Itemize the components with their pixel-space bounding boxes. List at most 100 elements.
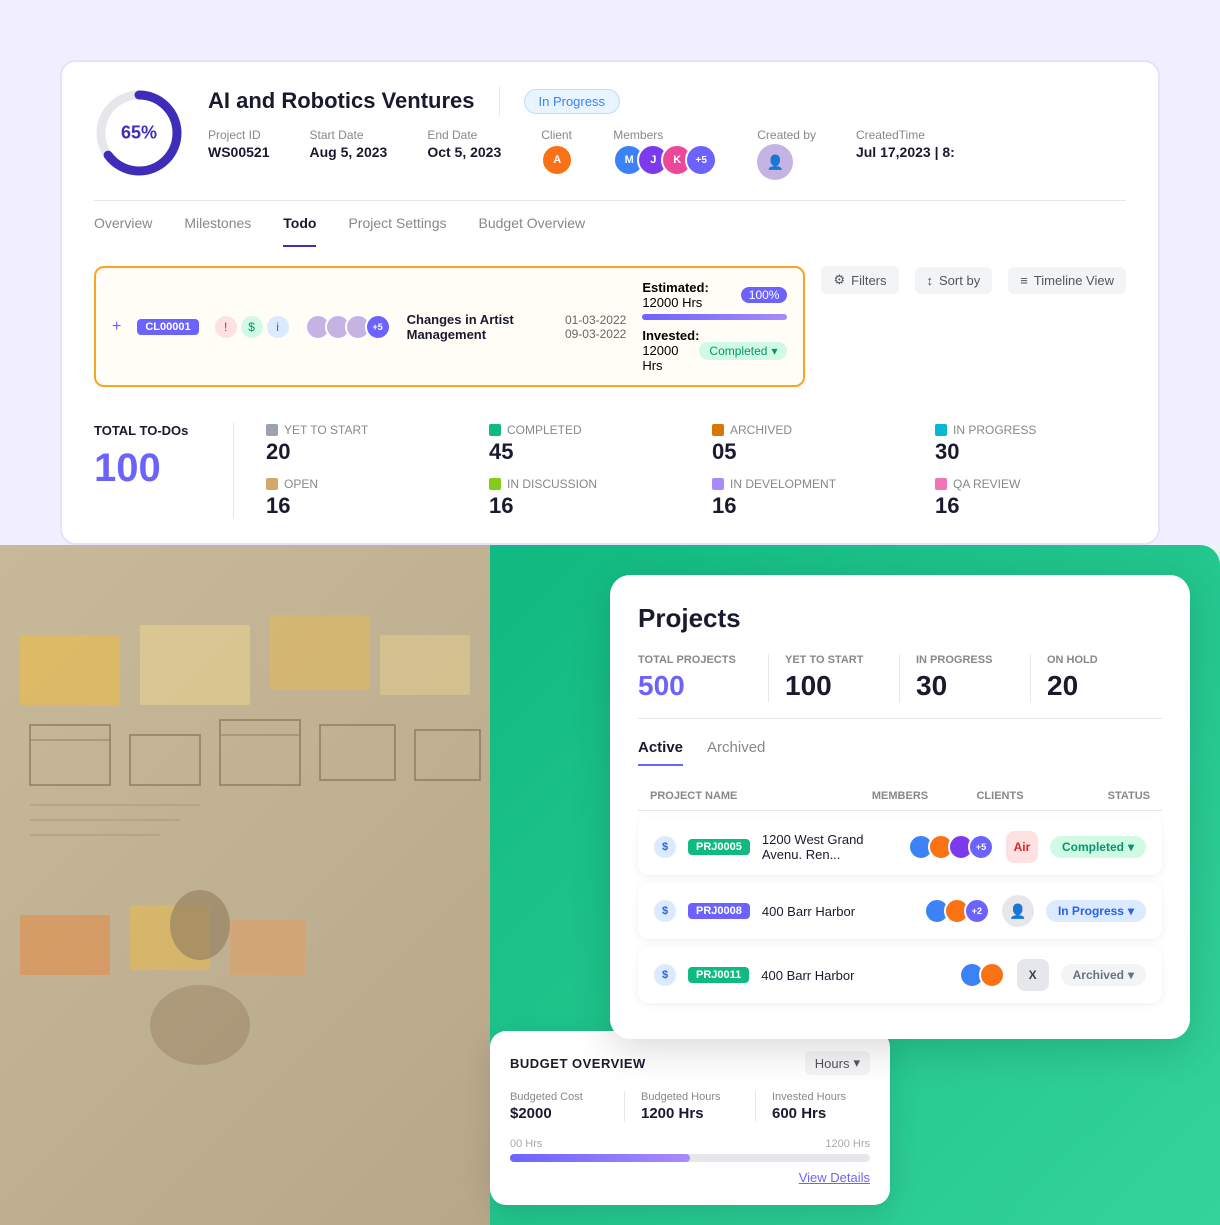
budget-bar-labels: 00 Hrs 1200 Hrs [510,1138,870,1150]
created-time-label: CreatedTime [856,128,955,142]
project-name: 400 Barr Harbor [761,968,946,983]
created-by-avatar: 👤 [757,144,793,180]
task-date-start: 01-03-2022 [565,313,626,327]
budget-title: BUDGET OVERVIEW [510,1056,646,1071]
tab-active-projects[interactable]: Active [638,739,683,766]
projects-tabs: Active Archived [638,739,1162,766]
end-date-label: End Date [427,128,501,142]
todo-total: TOTAL TO-DOs 100 [94,423,234,519]
project-name: 1200 West Grand Avenu. Ren... [762,832,896,862]
task-members: +5 [305,314,391,340]
status-pill[interactable]: Archived ▾ [1061,964,1146,986]
project-id: PRJ0011 [688,967,749,983]
project-id-field: Project ID WS00521 [208,128,269,180]
stat-archived: ARCHIVED 05 [712,423,903,465]
project-title: AI and Robotics Ventures [208,88,475,114]
progress-donut: 65% [94,88,184,178]
filter-row: ⚙ Filters ↕ Sort by ≡ Timeline View [821,266,1126,294]
task-dates: 01-03-2022 09-03-2022 [565,313,626,341]
client-label: Client [541,128,573,142]
progress-fill [642,314,787,320]
members-row: M J K +5 [613,144,717,176]
todo-section: + CL00001 ! $ i [94,246,1126,543]
timeline-icon: ≡ [1020,273,1028,288]
task-icon-alert: ! [215,316,237,338]
created-time-value: Jul 17,2023 | 8: [856,144,955,160]
invested-hours: Invested Hours 600 Hrs [756,1091,870,1122]
chevron-down-icon: ▾ [771,344,777,358]
progress-bar [642,314,787,320]
sort-icon: ↕ [927,273,934,288]
project-id-label: Project ID [208,128,269,142]
project-members [959,962,1005,988]
nav-tabs: Overview Milestones Todo Project Setting… [94,200,1126,246]
tab-todo[interactable]: Todo [283,201,316,247]
project-members: +2 [924,898,990,924]
chevron-down-icon: ▾ [1128,968,1134,982]
project-id: PRJ0005 [688,839,750,855]
budget-card: BUDGET OVERVIEW Hours ▾ Budgeted Cost $2… [490,1031,890,1205]
project-icon: $ [654,964,676,986]
status-pill[interactable]: Completed ▾ [1050,836,1146,858]
budget-bar-fill [510,1154,690,1162]
tab-overview[interactable]: Overview [94,201,152,247]
task-name: Changes in Artist Management [407,312,549,342]
tab-milestones[interactable]: Milestones [184,201,251,247]
stat-in-discussion: IN DISCUSSION 16 [489,477,680,519]
tab-budget-overview[interactable]: Budget Overview [479,201,586,247]
stat-open: OPEN 16 [266,477,457,519]
task-icons: ! $ i [215,316,289,338]
client-logo: X [1017,959,1049,991]
sort-button[interactable]: ↕ Sort by [915,267,993,294]
stat-qa-review: QA REVIEW 16 [935,477,1126,519]
created-by-field: Created by 👤 [757,128,816,180]
filters-button[interactable]: ⚙ Filters [821,266,898,294]
project-name: 400 Barr Harbor [762,904,912,919]
stat-in-development: IN DEVELOPMENT 16 [712,477,903,519]
table-row: $ PRJ0008 400 Barr Harbor +2 👤 In Progre… [638,883,1162,939]
view-details-link[interactable]: View Details [510,1170,870,1185]
projects-stats: TOTAL PROJECTS 500 YET TO START 100 IN P… [638,654,1162,719]
client-logo: 👤 [1002,895,1034,927]
tab-archived-projects[interactable]: Archived [707,739,765,766]
table-header: PROJECT NAME MEMBERS CLIENTS STATUS [638,782,1162,811]
task-invested: Invested: 12000 Hrs Completed ▾ [642,328,787,373]
status-pill[interactable]: In Progress ▾ [1046,900,1146,922]
task-icon-info: i [267,316,289,338]
chevron-down-icon: ▾ [853,1055,860,1071]
task-date-end: 09-03-2022 [565,327,626,341]
project-icon: $ [654,900,676,922]
created-by-label: Created by [757,128,816,142]
meta-fields: Project ID WS00521 Start Date Aug 5, 202… [208,128,1126,180]
start-date-field: Start Date Aug 5, 2023 [309,128,387,180]
budgeted-hours: Budgeted Hours 1200 Hrs [625,1091,756,1122]
task-estimated: Estimated: 12000 Hrs 100% [642,280,787,310]
task-status-badge[interactable]: Completed ▾ [699,342,787,360]
todo-total-value: 100 [94,446,201,491]
stat-in-progress: IN PROGRESS 30 [935,423,1126,465]
project-header: 65% AI and Robotics Ventures In Progress… [94,86,1126,200]
member-count: +5 [685,144,717,176]
status-badge: In Progress [524,89,620,114]
todo-stats: TOTAL TO-DOs 100 YET TO START 20 COMPLET… [94,403,1126,543]
bottom-section: Projects TOTAL PROJECTS 500 YET TO START… [0,545,1220,1225]
project-icon: $ [654,836,676,858]
budgeted-cost: Budgeted Cost $2000 [510,1091,625,1122]
project-id: PRJ0008 [688,903,750,919]
client-avatar: A [541,144,573,176]
table-row: $ PRJ0011 400 Barr Harbor X Archived ▾ [638,947,1162,1003]
member-avatar [979,962,1005,988]
start-date-label: Start Date [309,128,387,142]
timeline-button[interactable]: ≡ Timeline View [1008,267,1126,294]
chevron-down-icon: ▾ [1128,840,1134,854]
todo-grid: YET TO START 20 COMPLETED 45 ARCHIVED 05 [266,423,1126,519]
stat-yet-to-start: YET TO START 20 [266,423,457,465]
tab-project-settings[interactable]: Project Settings [348,201,446,247]
client-field: Client A [541,128,573,180]
budget-filter-button[interactable]: Hours ▾ [805,1051,870,1075]
projects-card: Projects TOTAL PROJECTS 500 YET TO START… [610,575,1190,1039]
expand-icon[interactable]: + [112,318,121,336]
budget-bar-track [510,1154,870,1162]
task-tag: CL00001 [137,319,198,335]
stat-completed: COMPLETED 45 [489,423,680,465]
